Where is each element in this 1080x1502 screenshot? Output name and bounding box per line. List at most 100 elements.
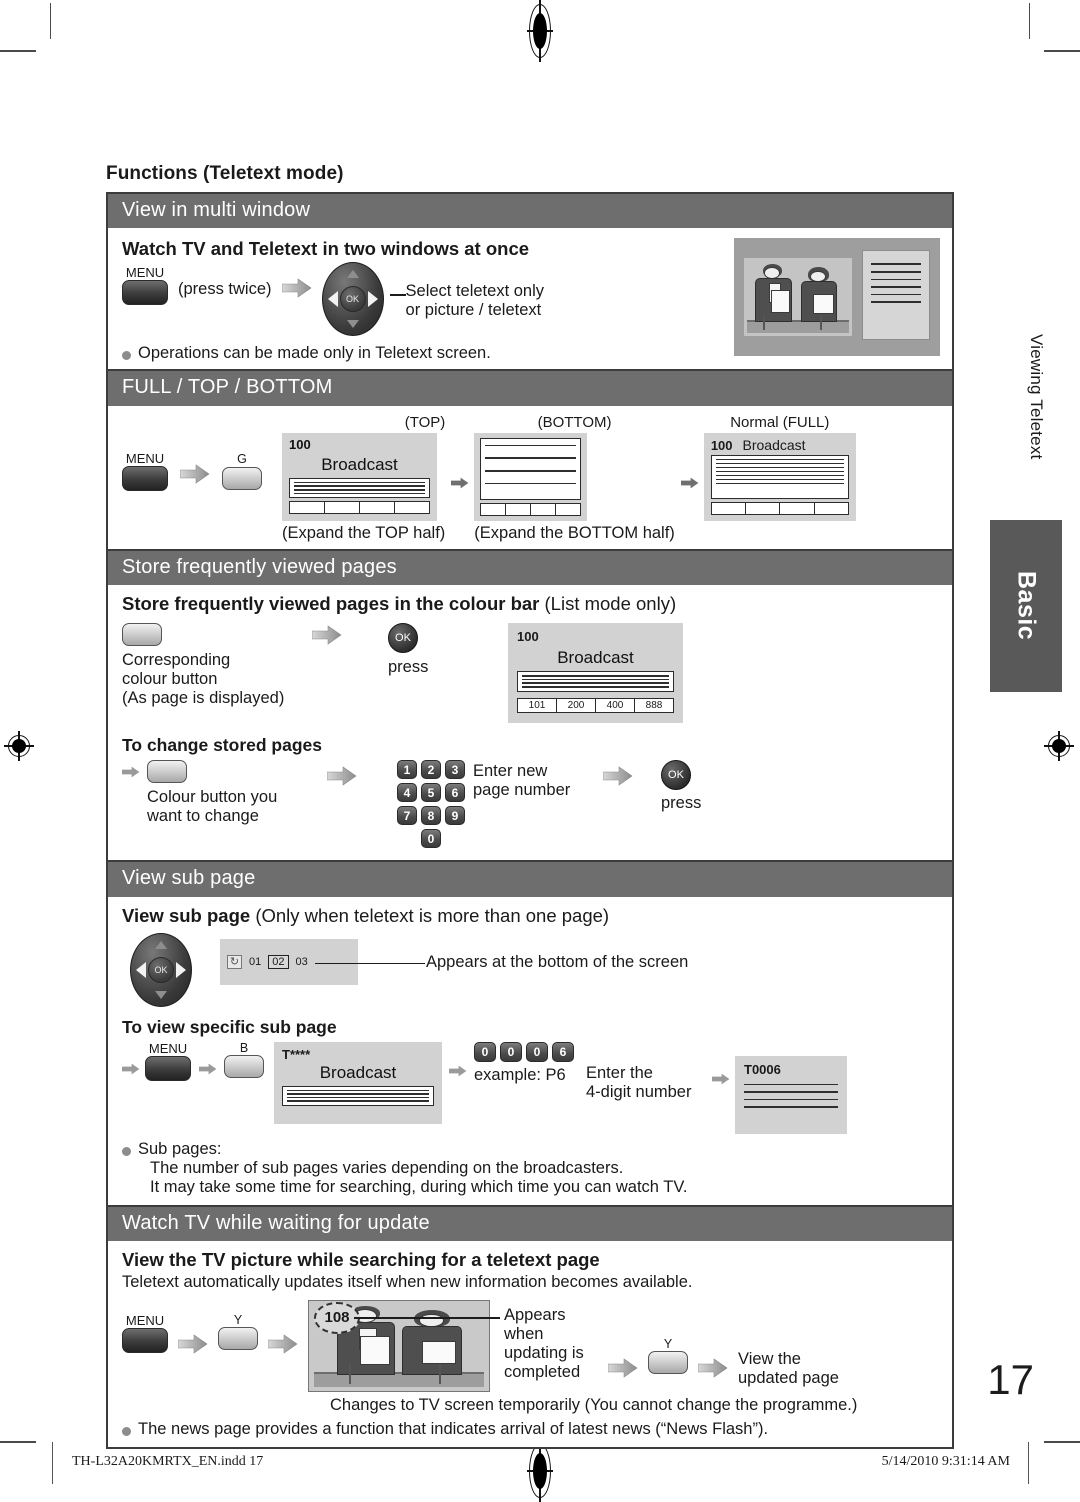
screen-page-number: 100 — [289, 436, 311, 452]
colour-bar-cell: 400 — [596, 698, 635, 712]
menu-button-label: MENU — [125, 1312, 165, 1328]
dpad-right-icon[interactable] — [176, 961, 186, 978]
section-tab-basic: Basic — [990, 520, 1062, 692]
tv-picture-window — [744, 258, 852, 337]
dpad-up-icon[interactable] — [155, 940, 167, 949]
note-news-flash-text: The news page provides a function that i… — [138, 1419, 769, 1438]
callout-select-teletext-line2: or picture / teletext — [405, 301, 542, 320]
colour-button-corresponding[interactable] — [122, 623, 162, 647]
colour-button-label-g: G — [237, 452, 247, 467]
enter-4digit-line1: Enter the — [586, 1063, 653, 1082]
numpad-key[interactable]: 7 — [397, 806, 417, 826]
note-sub-pages-line2: It may take some time for searching, dur… — [150, 1177, 688, 1196]
registration-mark-right — [1044, 731, 1074, 761]
sub-page-indicator: ↻ 01 02 03 — [227, 954, 310, 969]
menu-button[interactable] — [145, 1055, 191, 1081]
digit-key[interactable]: 0 — [526, 1041, 548, 1062]
screen-page-number: 100 — [710, 437, 733, 453]
navigation-dpad[interactable]: OK — [321, 262, 384, 337]
dpad-ok-button[interactable]: OK — [148, 956, 174, 983]
enter-new-page-line1: Enter new — [473, 762, 548, 781]
content-column: View in multi window Watch TV and Telete… — [106, 192, 954, 1449]
screen-text-lines — [517, 671, 674, 692]
press-twice-label: (press twice) — [178, 280, 272, 299]
note-sub-pages-title: Sub pages: — [138, 1139, 222, 1158]
crop-mark-top-left-v — [50, 3, 51, 39]
numpad-key[interactable]: 4 — [397, 783, 417, 803]
microphone-shape — [819, 314, 822, 331]
flow-arrow-icon — [281, 278, 312, 300]
view-updated-page-l2: updated page — [738, 1368, 839, 1387]
callout-appears-l3: updating is — [504, 1343, 584, 1362]
numpad-key[interactable]: 6 — [445, 783, 465, 803]
colour-button-b[interactable] — [224, 1055, 264, 1079]
note-news-flash: The news page provides a function that i… — [122, 1420, 938, 1439]
menu-button[interactable] — [122, 1327, 168, 1353]
store-step1-line3: (As page is displayed) — [122, 689, 285, 708]
colour-button-y[interactable] — [218, 1327, 258, 1351]
dpad-right-icon[interactable] — [367, 291, 378, 308]
crop-mark-left-h — [0, 50, 36, 52]
menu-button-label: MENU — [125, 450, 165, 466]
colour-button-label-y: Y — [233, 1312, 243, 1327]
screen-stored-colour-bar: 101 200 400 888 — [517, 697, 674, 713]
label-bottom: (BOTTOM) — [537, 413, 612, 431]
heading-view-sub-page-bold: View sub page — [122, 904, 251, 926]
heading-view-sub-page-regular: (Only when teletext is more than one pag… — [250, 904, 610, 926]
menu-button-label: MENU — [148, 1040, 188, 1056]
colour-button-to-change[interactable] — [147, 760, 187, 784]
flow-arrow-icon — [312, 625, 342, 647]
teletext-window — [862, 250, 930, 341]
label-normal-full: Normal (FULL) — [730, 413, 830, 431]
numpad-key[interactable]: 9 — [445, 806, 465, 826]
appears-bottom-screen-text: Appears at the bottom of the screen — [426, 952, 689, 971]
numpad-key-zero[interactable]: 0 — [421, 829, 441, 849]
digit-key[interactable]: 0 — [500, 1041, 522, 1062]
navigation-dpad[interactable]: OK — [130, 932, 192, 1007]
flow-arrow-icon — [268, 1334, 298, 1356]
numpad-key[interactable]: 8 — [421, 806, 441, 826]
footer-timestamp: 5/14/2010 9:31:14 AM — [881, 1454, 1010, 1469]
menu-button[interactable] — [122, 280, 168, 306]
colour-button-y-2[interactable] — [648, 1351, 688, 1375]
numpad-key[interactable]: 5 — [421, 783, 441, 803]
ok-button[interactable]: OK — [661, 760, 691, 791]
callout-appears-l2: when — [504, 1324, 544, 1343]
tv-page-number: 108 — [324, 1309, 350, 1327]
dpad-up-icon[interactable] — [346, 270, 359, 279]
note-sub-pages-line1: The number of sub pages varies depending… — [150, 1158, 624, 1177]
heading-to-view-specific-sub-page: To view specific sub page — [122, 1016, 337, 1037]
number-keypad[interactable]: 123 456 789 0 — [397, 760, 465, 852]
numpad-key[interactable]: 1 — [397, 760, 417, 780]
registration-mark-top — [523, 0, 557, 62]
dpad-ok-button[interactable]: OK — [339, 286, 366, 313]
dpad-left-icon[interactable] — [327, 291, 338, 308]
heading-store-pages-regular: (List mode only) — [539, 593, 677, 615]
heading-view-tv-picture: View the TV picture while searching for … — [122, 1248, 600, 1270]
dpad-down-icon[interactable] — [346, 320, 359, 329]
colour-button-g[interactable] — [222, 466, 262, 490]
dpad-down-icon[interactable] — [155, 990, 167, 999]
ok-button[interactable]: OK — [388, 623, 418, 654]
digit-key[interactable]: 0 — [474, 1041, 496, 1062]
numpad-key[interactable]: 2 — [421, 760, 441, 780]
colour-bar-cell: 101 — [518, 698, 557, 712]
dpad-left-icon[interactable] — [136, 961, 146, 978]
digit-key[interactable]: 6 — [552, 1041, 574, 1062]
screen-broadcast-label: Broadcast — [321, 454, 398, 474]
section-tab-label: Basic — [1012, 571, 1041, 641]
screen-text-lines — [480, 437, 582, 500]
microphone-shape — [763, 314, 766, 331]
flow-arrow-icon — [180, 464, 210, 486]
store-step1-line1: Corresponding — [122, 651, 231, 670]
flow-arrow-icon — [449, 1064, 467, 1077]
enter-4digit-line2: 4-digit number — [586, 1082, 692, 1101]
numpad-key[interactable]: 3 — [445, 760, 465, 780]
screen-broadcast-label: Broadcast — [557, 648, 634, 668]
section-bar-store-pages: Store frequently viewed pages — [108, 550, 952, 586]
press-label: press — [388, 658, 429, 677]
heading-store-pages-bold: Store frequently viewed pages in the col… — [122, 593, 540, 615]
screen-top-mode: 100 Broadcast — [282, 432, 437, 521]
crop-mark-right-h — [1044, 50, 1080, 52]
menu-button[interactable] — [122, 465, 168, 491]
